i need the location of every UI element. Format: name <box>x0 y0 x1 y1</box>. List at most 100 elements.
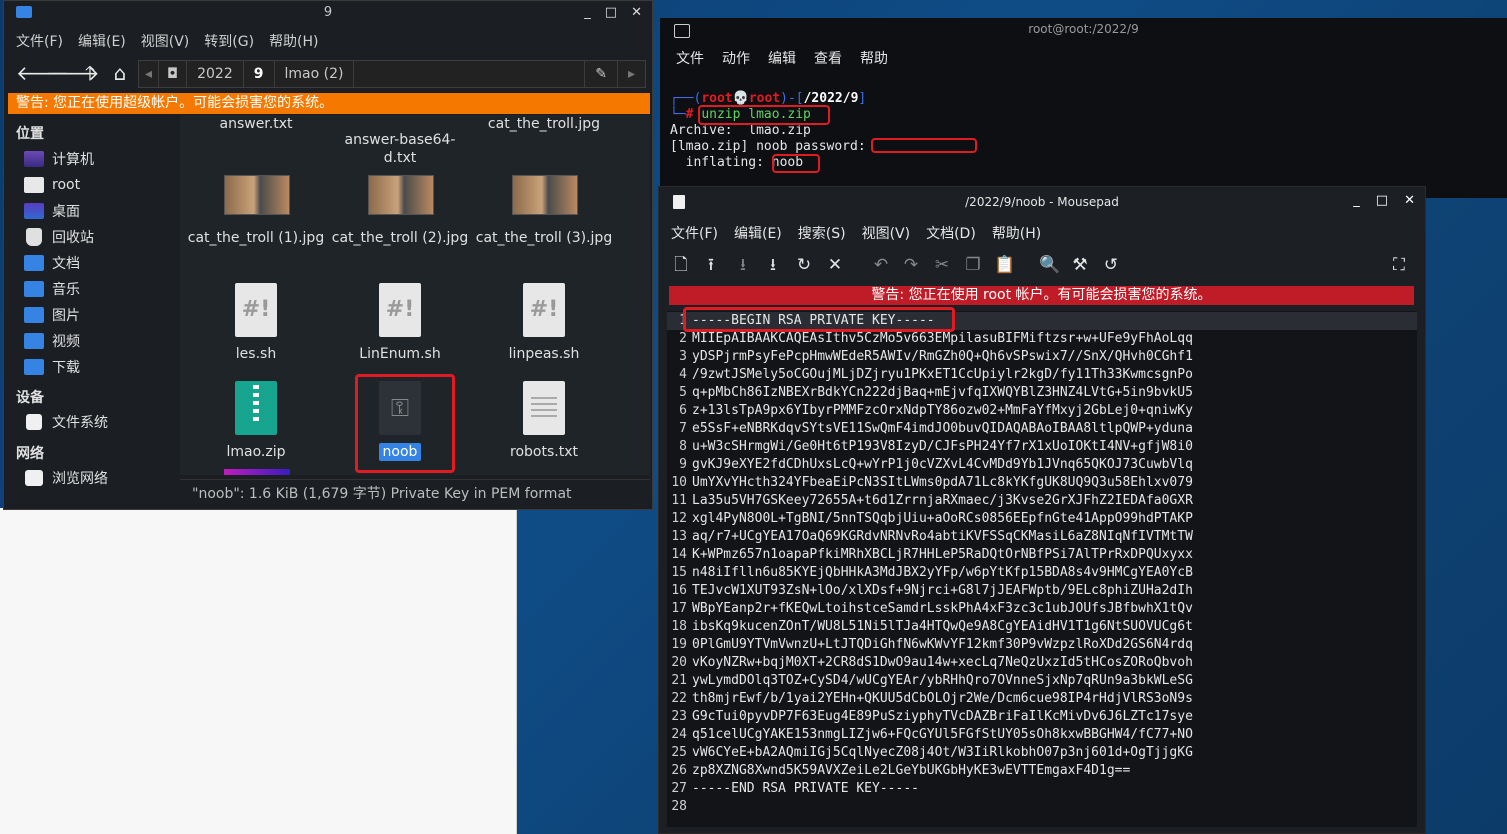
line-text: ibsKq9kucenZOnT/WU8L51Ni5lTJa4HTQwQe9A8C… <box>692 619 1193 634</box>
menu-bar: 文件(F) 编辑(E) 视图(V) 转到(G) 帮助(H) <box>16 31 319 51</box>
menu-edit[interactable]: 编辑(E) <box>78 31 126 51</box>
mp-menu-search[interactable]: 搜索(S) <box>798 223 846 243</box>
back-arrow-icon[interactable]: 🡐 <box>16 61 70 85</box>
text-editor[interactable]: 1 -----BEGIN RSA PRIVATE KEY----- 2 MIIEpAI… <box>667 311 1417 827</box>
close-document-icon[interactable]: ✕ <box>825 255 845 275</box>
maximize-button[interactable]: □ <box>1376 193 1388 208</box>
line-number: 14 <box>671 547 687 562</box>
up-arrow-icon[interactable]: 🡑 <box>78 61 102 85</box>
file-cat-the-troll-jpg[interactable]: cat_the_troll.jpg <box>474 115 614 133</box>
sidebar-item-root[interactable]: root <box>24 173 80 197</box>
terminal-menu-action[interactable]: 动作 <box>722 48 750 68</box>
breadcrumb-lmao[interactable]: lmao (2) <box>275 61 355 87</box>
sidebar-item-videos[interactable]: 视频 <box>24 329 80 353</box>
copy-icon[interactable]: ❐ <box>963 255 983 275</box>
output-password-prompt: [lmao.zip] noob password: <box>670 139 866 154</box>
line-number: 5 <box>679 385 687 400</box>
minimize-button[interactable]: _ <box>584 5 591 20</box>
line-number: 22 <box>671 691 687 706</box>
menu-file[interactable]: 文件(F) <box>16 31 63 51</box>
cut-icon[interactable]: ✂ <box>932 255 952 275</box>
file-robots-txt[interactable]: robots.txt <box>474 379 614 460</box>
filesystem-icon <box>26 414 42 430</box>
code-line: 19 0PlGmU9YTVmVwnzU+LtJTQDiGhfN6wKWvYF12k… <box>667 636 1193 654</box>
file-cat-the-troll-3-jpg[interactable]: cat_the_troll (3).jpg <box>474 173 614 253</box>
sidebar-item-desktop[interactable]: 桌面 <box>24 199 80 223</box>
line-number: 25 <box>671 745 687 760</box>
terminal-menu-edit[interactable]: 编辑 <box>768 48 796 68</box>
undo-icon[interactable]: ↶ <box>871 255 891 275</box>
code-line: 2 MIIEpAIBAAKCAQEAsIthv5CzMo5v663EMpilasu… <box>667 330 1193 348</box>
sidebar-item-music[interactable]: 音乐 <box>24 277 80 301</box>
forward-arrow-icon[interactable]: 🡒 <box>46 61 100 85</box>
file-manager-titlebar[interactable]: 9 _ □ ✕ <box>4 1 652 27</box>
maximize-button[interactable]: □ <box>605 5 617 20</box>
sidebar-item-filesystem[interactable]: 文件系统 <box>24 410 108 434</box>
line-text: yDSPjrmPsyFePcpHmwWEdeR5AWIv/RmGZh0Q+Qh6… <box>692 349 1193 364</box>
goto-line-icon[interactable]: ↺ <box>1101 255 1121 275</box>
line-text: TEJvcW1XUT93ZsN+lOo/xlXDsf+9Njrci+G8l7jJ… <box>692 583 1193 598</box>
close-button[interactable]: ✕ <box>631 5 642 20</box>
mp-menu-document[interactable]: 文档(D) <box>926 223 976 243</box>
save-download-icon[interactable]: ⭳ <box>733 255 753 275</box>
mp-menu-file[interactable]: 文件(F) <box>671 223 718 243</box>
line-number: 28 <box>671 799 687 814</box>
file-les-sh[interactable]: #! les.sh <box>186 283 326 363</box>
menu-go[interactable]: 转到(G) <box>204 31 254 51</box>
new-document-icon[interactable]: 🗋 <box>671 255 691 275</box>
line-text: z+13lsTpA9px6YIbyrPMMFzcOrxNdpTY86ozw02+… <box>692 403 1193 418</box>
line-text: UmYXvYHcth324YFbeaEiPcN3SItLWms0pdA71Lc8… <box>692 475 1193 490</box>
code-line: 3 yDSPjrmPsyFePcpHmwWEdeR5AWIv/RmGZh0Q+Qh… <box>667 348 1193 366</box>
file-linenum-sh[interactable]: #! LinEnum.sh <box>330 283 470 363</box>
terminal-menu-view[interactable]: 查看 <box>814 48 842 68</box>
mp-menu-help[interactable]: 帮助(H) <box>992 223 1041 243</box>
file-cat-the-troll-2-jpg[interactable]: cat_the_troll (2).jpg <box>330 173 470 253</box>
file-linpeas-sh[interactable]: #! linpeas.sh <box>474 283 614 363</box>
file-answer-txt[interactable]: answer.txt <box>186 115 326 133</box>
network-icon <box>25 470 43 486</box>
code-line: 15 n48iIflln6u85KYEjQbHHkA3MdJBX2yYFp/w6p… <box>667 564 1193 582</box>
breadcrumb-9[interactable]: 9 <box>244 61 275 87</box>
sidebar-item-documents[interactable]: 文档 <box>24 251 80 275</box>
close-button[interactable]: ✕ <box>1404 193 1415 208</box>
terminal-window: root@root:/2022/9 文件 动作 编辑 查看 帮助 ┌──(roo… <box>660 18 1507 198</box>
save-as-icon[interactable]: ⭳ <box>763 255 783 275</box>
mp-menu-edit[interactable]: 编辑(E) <box>734 223 782 243</box>
file-manager-window: 9 _ □ ✕ 文件(F) 编辑(E) 视图(V) 转到(G) 帮助(H) 🡐 … <box>3 0 653 510</box>
breadcrumb-2022[interactable]: 2022 <box>187 61 244 87</box>
mp-menu-view[interactable]: 视图(V) <box>862 223 911 243</box>
file-cat-the-troll-1-jpg[interactable]: cat_the_troll (1).jpg <box>186 173 326 253</box>
menu-help[interactable]: 帮助(H) <box>269 31 318 51</box>
find-replace-icon[interactable]: ⚒ <box>1070 255 1090 275</box>
code-line: 14 K+WPmz657n1oapaPfkiMRhXBCLjR7HHLeP5RaD… <box>667 546 1193 564</box>
line-number: 3 <box>679 349 687 364</box>
sidebar-item-browse-network[interactable]: 浏览网络 <box>24 466 108 490</box>
terminal-menu-help[interactable]: 帮助 <box>860 48 888 68</box>
home-icon[interactable]: ⌂ <box>108 61 132 85</box>
terminal-menu-file[interactable]: 文件 <box>676 48 704 68</box>
paste-icon[interactable]: 📋 <box>994 255 1015 275</box>
line-number: 18 <box>671 619 687 634</box>
edit-path-pencil-icon[interactable]: ✎ <box>584 61 618 87</box>
search-icon[interactable]: 🔍 <box>1039 255 1060 275</box>
minimize-button[interactable]: _ <box>1353 193 1360 208</box>
open-upload-icon[interactable]: ⭱ <box>701 255 721 275</box>
line-text: /9zwtJSMely5oCGOujMLjDZjryu1PKxET1CcUpiy… <box>692 367 1193 382</box>
mousepad-window: /2022/9/noob - Mousepad _ □ ✕ 文件(F) 编辑(E… <box>658 186 1426 834</box>
breadcrumb-left-arrow-icon[interactable]: ◂ <box>139 61 160 87</box>
sidebar-item-computer[interactable]: 计算机 <box>24 147 94 171</box>
sidebar-item-pictures[interactable]: 图片 <box>24 303 80 327</box>
sidebar-item-downloads[interactable]: 下载 <box>24 355 80 379</box>
line-text: e5SsF+eNBRKdqvSYtsVE11SwQmF4imdJO0buvQID… <box>692 421 1193 436</box>
breadcrumb-right-arrow-icon[interactable]: ▸ <box>618 61 645 87</box>
fullscreen-icon[interactable]: ⛶ <box>1389 255 1409 275</box>
sidebar-item-trash[interactable]: 回收站 <box>24 225 94 249</box>
drive-icon[interactable]: ◘ <box>159 61 188 87</box>
menu-view[interactable]: 视图(V) <box>141 31 190 51</box>
line-number: 7 <box>679 421 687 436</box>
reload-icon[interactable]: ↻ <box>794 255 814 275</box>
home-folder-icon <box>24 177 44 193</box>
shell-script-icon: #! <box>379 283 421 337</box>
redo-icon[interactable]: ↷ <box>901 255 921 275</box>
file-lmao-zip[interactable]: lmao.zip <box>186 379 326 460</box>
